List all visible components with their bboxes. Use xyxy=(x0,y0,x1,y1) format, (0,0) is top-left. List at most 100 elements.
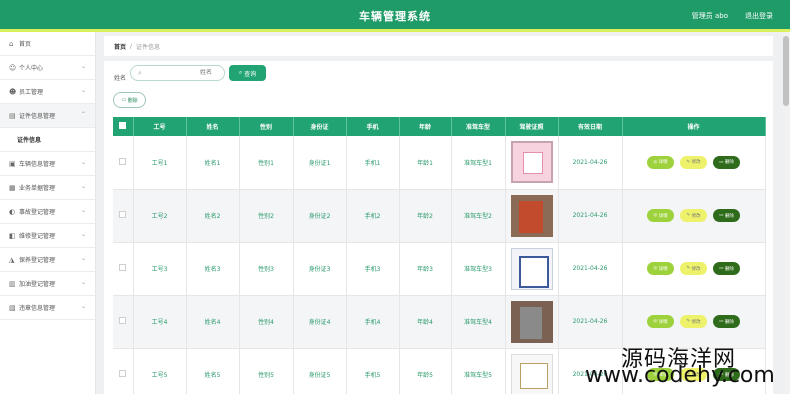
sidebar-item[interactable]: ▦ 业务单据管理 ⌄ xyxy=(0,176,95,200)
bulk-delete-label: 删除 xyxy=(127,97,138,104)
table-cell: 身份证5 xyxy=(293,348,347,394)
edit-button[interactable]: ✎ 修改 xyxy=(680,209,707,222)
table-row: 工号2 姓名2 性别2 身份证2 手机2 年龄2 准驾车型2 2021-04-26 ◎ 详情 ✎ … xyxy=(113,189,766,243)
logout-link[interactable]: 退出登录 xyxy=(745,11,773,21)
row-checkbox-cell[interactable] xyxy=(113,348,134,394)
scrollbar-thumb[interactable] xyxy=(783,36,789,106)
chevron-down-icon: ⌄ xyxy=(80,87,86,94)
table-cell: 身份证4 xyxy=(293,295,347,349)
table-cell: 手机1 xyxy=(346,136,400,190)
table-cell: 姓名4 xyxy=(186,295,240,349)
chevron-down-icon: ⌄ xyxy=(80,303,86,310)
row-checkbox[interactable] xyxy=(119,317,127,324)
table-cell: 年龄2 xyxy=(399,189,452,243)
license-photo[interactable] xyxy=(510,194,553,237)
breadcrumb: 首页 / 证件信息 xyxy=(104,36,773,56)
delete-button[interactable]: ▭ 删除 xyxy=(713,262,740,275)
detail-label: 详情 xyxy=(658,319,668,325)
current-user: 管理员 abo xyxy=(691,12,728,20)
table-cell: 姓名5 xyxy=(186,348,240,394)
top-bar: 车辆管理系统 管理员 abo 退出登录 xyxy=(0,0,790,29)
staff-icon: ☻ xyxy=(9,87,17,96)
table-cell: 年龄3 xyxy=(399,242,452,296)
table-cell: 身份证1 xyxy=(293,136,347,190)
detail-button[interactable]: ◎ 详情 xyxy=(647,262,674,275)
select-all-checkbox[interactable] xyxy=(119,122,127,129)
table-cell: 准驾车型2 xyxy=(451,189,506,243)
sidebar-item[interactable]: ▤ 证件信息管理 ⌃ xyxy=(0,104,95,128)
edit-label: 修改 xyxy=(691,266,701,272)
bulk-delete-button[interactable]: ▭ 删除 xyxy=(113,92,146,108)
delete-button[interactable]: ▭ 删除 xyxy=(713,155,740,169)
edit-label: 修改 xyxy=(691,319,701,325)
edit-button[interactable]: ✎ 修改 xyxy=(680,262,707,275)
table-cell: 2021-04-26 xyxy=(558,295,623,349)
sidebar: ⌂ 首页 ☺ 个人中心 ⌄ ☻ 员工管理 ⌄ ▤ 证件信息管理 ⌃ 证件信息 ▣ 车辆信息管理 ⌄ ▦ 业务单据… xyxy=(0,32,96,394)
detail-button[interactable]: ◎ 详情 xyxy=(647,155,674,169)
violation-icon: ▧ xyxy=(9,303,16,312)
table-cell: 准驾车型4 xyxy=(451,295,506,349)
sidebar-item[interactable]: ⌂ 首页 xyxy=(0,32,95,56)
service-icon: ◮ xyxy=(9,255,15,264)
row-checkbox-cell[interactable] xyxy=(113,189,134,243)
license-photo[interactable] xyxy=(510,353,553,394)
table-cell: 姓名3 xyxy=(186,242,240,296)
detail-button[interactable]: ◎ 详情 xyxy=(647,209,674,222)
chevron-down-icon: ⌄ xyxy=(80,231,86,238)
search-button[interactable]: ⌕ 查询 xyxy=(229,65,266,81)
column-header: 姓名 xyxy=(186,117,240,136)
row-checkbox[interactable] xyxy=(119,211,127,218)
search-icon: ⌕ xyxy=(138,69,142,77)
ops-cell: ◎ 详情 ✎ 修改 ▭ 删除 xyxy=(622,189,766,243)
row-checkbox-cell[interactable] xyxy=(113,136,134,190)
table-header-row: 工号 姓名 性别 身份证 手机 年龄 准驾车型 驾驶证照 有效日期 操作 xyxy=(113,117,766,136)
app-title: 车辆管理系统 xyxy=(359,10,431,23)
sidebar-item[interactable]: ◮ 保养登记管理 ⌄ xyxy=(0,248,95,272)
sidebar-item[interactable]: ▣ 车辆信息管理 ⌄ xyxy=(0,152,95,176)
sidebar-item[interactable]: ◧ 维修登记管理 ⌄ xyxy=(0,224,95,248)
delete-label: 删除 xyxy=(724,160,734,166)
sidebar-item[interactable]: ▧ 违章信息管理 ⌄ xyxy=(0,296,95,320)
row-checkbox-cell[interactable] xyxy=(113,242,134,296)
license-photo[interactable] xyxy=(510,300,553,343)
table-cell: 手机4 xyxy=(346,295,400,349)
table-cell: 准驾车型3 xyxy=(451,242,506,296)
delete-button[interactable]: ▭ 删除 xyxy=(713,315,740,328)
edit-button[interactable]: ✎ 修改 xyxy=(680,155,707,169)
detail-button[interactable]: ◎ 详情 xyxy=(647,315,674,328)
search-input[interactable] xyxy=(162,69,212,76)
row-checkbox[interactable] xyxy=(119,264,127,271)
delete-button[interactable]: ▭ 删除 xyxy=(713,209,740,222)
row-checkbox[interactable] xyxy=(119,370,127,377)
table-cell: 手机3 xyxy=(346,242,400,296)
search-input-wrapper[interactable]: ⌕ xyxy=(130,65,225,81)
column-header: 工号 xyxy=(133,117,187,136)
row-checkbox-cell[interactable] xyxy=(113,295,134,349)
sidebar-item[interactable]: ☺ 个人中心 ⌄ xyxy=(0,56,95,80)
breadcrumb-home[interactable]: 首页 xyxy=(114,42,126,51)
table-cell: 工号2 xyxy=(133,189,187,243)
row-checkbox[interactable] xyxy=(119,157,127,165)
table-cell: 工号3 xyxy=(133,242,187,296)
watermark-url: www.codehy.com xyxy=(585,363,775,388)
table-cell: 手机5 xyxy=(346,348,400,394)
table-cell: 年龄1 xyxy=(399,136,452,190)
edit-button[interactable]: ✎ 修改 xyxy=(680,315,707,328)
license-photo-cell xyxy=(505,189,559,243)
sidebar-subitem[interactable]: 证件信息 xyxy=(0,128,95,152)
license-photo[interactable] xyxy=(510,247,553,290)
delete-label: 删除 xyxy=(724,266,734,272)
detail-label: 详情 xyxy=(658,266,668,272)
license-photo[interactable] xyxy=(510,141,553,184)
sidebar-item[interactable]: ▥ 加油登记管理 ⌄ xyxy=(0,272,95,296)
home-icon: ⌂ xyxy=(9,39,14,48)
sidebar-item[interactable]: ☻ 员工管理 ⌄ xyxy=(0,80,95,104)
column-header: 年龄 xyxy=(399,117,452,136)
select-all-checkbox-cell[interactable] xyxy=(113,117,134,136)
chevron-down-icon: ⌄ xyxy=(80,63,86,70)
sidebar-item[interactable]: ◐ 事故登记管理 ⌄ xyxy=(0,200,95,224)
license-photo-cell xyxy=(505,295,559,349)
scrollbar[interactable] xyxy=(782,32,790,394)
sidebar-item-label: 违章信息管理 xyxy=(19,305,56,312)
license-photo-cell xyxy=(505,242,559,296)
